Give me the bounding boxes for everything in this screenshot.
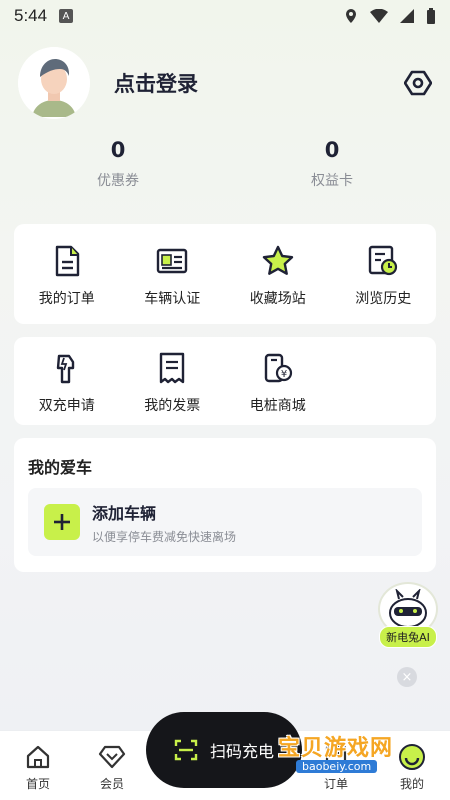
tab-member[interactable]: 会员: [82, 743, 142, 792]
menu-label: 车辆认证: [144, 291, 201, 307]
benefit-card-count: 0: [324, 138, 340, 162]
watermark-logo: 宝贝游戏网 baobeiy.com: [272, 722, 422, 778]
default-avatar-icon: [18, 47, 90, 119]
login-link[interactable]: 点击登录: [114, 68, 198, 98]
vehicle-card-icon: [155, 244, 189, 278]
menu-label: 我的订单: [38, 291, 95, 307]
status-icons: [344, 8, 436, 24]
invoice-icon: [155, 351, 189, 385]
diamond-icon: [98, 743, 126, 771]
add-vehicle-button[interactable]: 添加车辆 以便享停车费减免快速离场: [28, 488, 422, 556]
primary-menu-card: 我的订单 车辆认证 收藏场站 浏览历史: [14, 224, 436, 324]
menu-favorite-stations[interactable]: 收藏场站: [225, 224, 331, 324]
add-vehicle-title: 添加车辆: [92, 503, 157, 523]
menu-vehicle-cert[interactable]: 车辆认证: [120, 224, 226, 324]
avatar[interactable]: [18, 47, 90, 119]
menu-label: 收藏场站: [249, 291, 306, 307]
svg-text:¥: ¥: [281, 369, 287, 380]
tab-label: 首页: [25, 777, 50, 791]
status-bar: 5:44 A: [0, 0, 450, 32]
coupon-count: 0: [110, 138, 126, 162]
my-car-card: 我的爱车 添加车辆 以便享停车费减免快速离场: [14, 438, 436, 572]
benefit-card-stat[interactable]: 0 权益卡: [262, 138, 402, 190]
order-doc-icon: [50, 244, 84, 278]
pile-mall-icon: ¥: [261, 351, 295, 385]
coupon-label: 优惠券: [97, 173, 139, 189]
ai-assistant-float[interactable]: 新电兔AI: [376, 582, 440, 650]
menu-my-invoice[interactable]: 我的发票: [120, 337, 226, 425]
watermark-url: baobeiy.com: [296, 760, 378, 773]
secondary-menu-card: 双充申请 我的发票 ¥ 电桩商城: [14, 337, 436, 425]
menu-label: 电桩商城: [249, 398, 306, 414]
scan-icon: [174, 739, 198, 761]
benefit-card-label: 权益卡: [311, 173, 353, 189]
menu-label: 浏览历史: [355, 291, 412, 307]
close-float-button[interactable]: ×: [397, 667, 417, 687]
settings-hexagon-icon: [404, 70, 432, 96]
charger-gun-icon: [50, 351, 84, 385]
history-clock-icon: [366, 244, 400, 278]
notification-a-icon: A: [59, 9, 74, 23]
close-icon: ×: [401, 669, 413, 685]
settings-button[interactable]: [402, 67, 434, 99]
add-vehicle-subtitle: 以便享停车费减免快速离场: [92, 529, 237, 544]
status-time: 5:44: [14, 6, 48, 25]
stats-row: 0 优惠券 0 权益卡: [0, 138, 450, 198]
watermark-text: 宝贝游戏网: [278, 736, 394, 761]
tab-home[interactable]: 首页: [8, 743, 68, 792]
scan-charge-label: 扫码充电: [209, 742, 274, 761]
menu-browse-history[interactable]: 浏览历史: [331, 224, 437, 324]
battery-icon: [427, 8, 435, 24]
profile-header: 点击登录: [18, 46, 434, 120]
location-icon: [346, 9, 356, 23]
tab-label: 会员: [99, 777, 124, 791]
plus-icon: [44, 504, 80, 540]
wifi-icon: [370, 9, 388, 23]
star-icon: [261, 244, 295, 278]
coupon-stat[interactable]: 0 优惠券: [48, 138, 188, 190]
my-car-title: 我的爱车: [28, 458, 93, 477]
menu-my-orders[interactable]: 我的订单: [14, 224, 120, 324]
menu-label: 我的发票: [144, 398, 201, 414]
ai-label: 新电兔AI: [379, 626, 437, 648]
signal-icon: [400, 9, 414, 23]
home-icon: [24, 743, 52, 771]
menu-dual-charge[interactable]: 双充申请: [14, 337, 120, 425]
menu-pile-mall[interactable]: ¥ 电桩商城: [225, 337, 331, 425]
menu-label: 双充申请: [38, 398, 95, 414]
